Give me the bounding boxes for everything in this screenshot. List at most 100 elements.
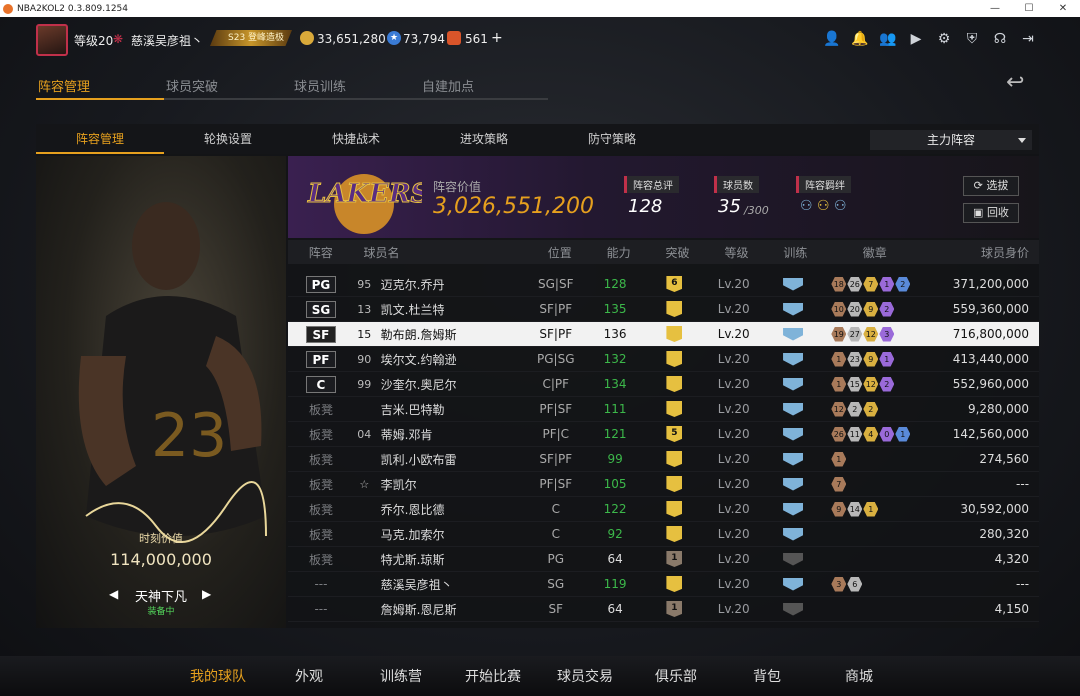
tab-training[interactable]: 球员训练 bbox=[292, 72, 420, 100]
table-row[interactable]: 板凳 特尤斯.琼斯 PG 64 1 Lv.20 4,320 bbox=[288, 547, 1039, 572]
player-level: Lv.20 bbox=[717, 327, 750, 341]
add-currency-button[interactable]: + bbox=[491, 30, 503, 46]
table-row[interactable]: 板凳 马克.加索尔 C 92 Lv.20 280,320 bbox=[288, 522, 1039, 547]
back-icon[interactable]: ↩ bbox=[1006, 70, 1038, 95]
badge-icon: 2 bbox=[879, 376, 895, 392]
next-card-icon[interactable]: ▶ bbox=[202, 587, 211, 601]
video-icon[interactable]: ▶ bbox=[906, 29, 926, 49]
table-row[interactable]: SF 15 勒布朗.詹姆斯 SF|PF 136 Lv.20 19 27 12 3 71… bbox=[288, 322, 1039, 347]
ticket-icon bbox=[447, 31, 461, 45]
maximize-button[interactable]: ☐ bbox=[1012, 0, 1046, 17]
player-ability: 136 bbox=[603, 327, 627, 341]
subtab-defense[interactable]: 防守策略 bbox=[548, 124, 676, 154]
lineup-select[interactable]: 主力阵容 bbox=[870, 130, 1032, 150]
col-ability: 能力 bbox=[606, 245, 631, 260]
nav-training-camp[interactable]: 训练营 bbox=[380, 666, 422, 686]
player-level: Lv.20 bbox=[717, 427, 750, 441]
badge-icon: 0 bbox=[879, 426, 895, 442]
team-value: 3,026,551,200 bbox=[433, 194, 594, 219]
badges-cell: 36 bbox=[821, 576, 925, 592]
nav-club[interactable]: 俱乐部 bbox=[655, 666, 697, 686]
player-ability: 134 bbox=[603, 377, 627, 391]
close-button[interactable]: ✕ bbox=[1046, 0, 1080, 17]
tab-lineup[interactable]: 阵容管理 bbox=[36, 72, 164, 100]
badge-icon: 3 bbox=[879, 326, 895, 342]
badge-icon: 20 bbox=[847, 301, 863, 317]
subtab-quick-tactics[interactable]: 快捷战术 bbox=[292, 124, 420, 154]
table-row[interactable]: 板凳 凯利.小欧布雷 SF|PF 99 Lv.20 1 274,560 bbox=[288, 447, 1039, 472]
username: 慈溪吴彦祖丶 bbox=[131, 34, 204, 48]
team-icon: ❋ bbox=[113, 32, 124, 46]
badge-icon: 9 bbox=[831, 501, 847, 517]
avatar[interactable] bbox=[36, 24, 68, 56]
table-row[interactable]: --- 慈溪吴彦祖丶 SG 119 Lv.20 36 --- bbox=[288, 572, 1039, 597]
profile-icon[interactable]: 👤 bbox=[822, 29, 842, 49]
shield-icon[interactable]: ⛨ bbox=[962, 29, 982, 49]
table-row[interactable]: --- 詹姆斯.恩尼斯 SF 64 1 Lv.20 4,150 bbox=[288, 597, 1039, 622]
player-value: 716,800,000 bbox=[952, 327, 1030, 341]
slot-cell: PF bbox=[288, 350, 354, 368]
player-value: 142,560,000 bbox=[952, 427, 1030, 441]
nav-start-game[interactable]: 开始比赛 bbox=[465, 666, 521, 686]
subtab-lineup[interactable]: 阵容管理 bbox=[36, 124, 164, 154]
bench-label: --- bbox=[314, 602, 328, 616]
badge-icon: 7 bbox=[863, 276, 879, 292]
tab-breakthrough[interactable]: 球员突破 bbox=[164, 72, 292, 100]
stars-value: 73,794 bbox=[403, 32, 445, 46]
window-title: NBA2KOL2 0.3.809.1254 bbox=[17, 3, 129, 14]
col-level: 等级 bbox=[724, 245, 749, 260]
select-button[interactable]: ⟳ 选拔 bbox=[963, 176, 1019, 196]
break-icon bbox=[666, 401, 683, 417]
gear-icon[interactable]: ⚙ bbox=[934, 29, 954, 49]
break-icon: 1 bbox=[666, 551, 683, 567]
team-value-label: 阵容价值 bbox=[433, 180, 482, 194]
break-icon bbox=[666, 376, 683, 392]
subtab-rotation[interactable]: 轮换设置 bbox=[164, 124, 292, 154]
player-level: Lv.20 bbox=[717, 352, 750, 366]
badges-cell: 18 26 7 1 2 bbox=[821, 276, 925, 292]
player-value: --- bbox=[1016, 477, 1030, 491]
player-value: 280,320 bbox=[979, 527, 1030, 541]
table-row[interactable]: PF 90 埃尔文.约翰逊 PG|SG 132 Lv.20 1 23 9 1 413,… bbox=[288, 347, 1039, 372]
app-icon bbox=[3, 3, 13, 14]
friends-icon[interactable]: 👥 bbox=[878, 29, 898, 49]
recycle-button[interactable]: ▣ 回收 bbox=[963, 203, 1019, 223]
tab-custom-points[interactable]: 自建加点 bbox=[420, 72, 548, 100]
badge-icon: 14 bbox=[847, 501, 863, 517]
table-row[interactable]: C 99 沙奎尔.奥尼尔 C|PF 134 Lv.20 1 15 12 2 552,9… bbox=[288, 372, 1039, 397]
nav-store[interactable]: 商城 bbox=[845, 666, 873, 686]
nav-appearance[interactable]: 外观 bbox=[295, 666, 323, 686]
training-icon bbox=[783, 277, 804, 291]
bell-icon[interactable]: 🔔 bbox=[850, 29, 870, 49]
table-row[interactable]: 板凳 吉米.巴特勒 PF|SF 111 Lv.20 12 2 2 9,280,000 bbox=[288, 397, 1039, 422]
nav-trade[interactable]: 球员交易 bbox=[557, 666, 613, 686]
table-row[interactable]: 板凳 乔尔.恩比德 C 122 Lv.20 9 14 1 30,592,000 bbox=[288, 497, 1039, 522]
table-row[interactable]: SG 13 凯文.杜兰特 SF|PF 135 Lv.20 10 20 9 2 559,… bbox=[288, 297, 1039, 322]
player-position: SF|PF bbox=[539, 327, 573, 341]
slot-cell: 板凳 bbox=[288, 476, 354, 493]
break-icon: 6 bbox=[666, 276, 683, 292]
player-position: SF bbox=[548, 602, 564, 616]
player-ability: 111 bbox=[603, 402, 627, 416]
player-name: 马克.加索尔 bbox=[380, 527, 445, 542]
bond-icons[interactable]: ⚇ ⚇ ⚇ bbox=[800, 198, 847, 214]
badge-icon: 12 bbox=[831, 401, 847, 417]
subtab-offense[interactable]: 进攻策略 bbox=[420, 124, 548, 154]
equip-status: 装备中 bbox=[147, 607, 175, 617]
badges-cell: 26 11 4 0 1 bbox=[821, 426, 925, 442]
minimize-button[interactable]: — bbox=[978, 0, 1012, 17]
nav-bag[interactable]: 背包 bbox=[753, 666, 781, 686]
exit-icon[interactable]: ⇥ bbox=[1018, 29, 1038, 49]
table-row[interactable]: 板凳 04 蒂姆.邓肯 PF|C 121 5 Lv.20 26 11 4 0 1 142… bbox=[288, 422, 1039, 447]
player-ability: 135 bbox=[603, 302, 627, 316]
break-icon bbox=[666, 326, 683, 342]
bond-label: 阵容羁绊 bbox=[796, 176, 851, 193]
break-icon bbox=[666, 301, 683, 317]
table-row[interactable]: PG 95 迈克尔.乔丹 SG|SF 128 6 Lv.20 18 26 7 1 2 3… bbox=[288, 272, 1039, 297]
col-train: 训练 bbox=[783, 245, 808, 260]
table-row[interactable]: 板凳 ☆ 李凯尔 PF|SF 105 Lv.20 7 --- bbox=[288, 472, 1039, 497]
nav-my-team[interactable]: 我的球队 bbox=[190, 666, 246, 686]
headset-icon[interactable]: ☊ bbox=[990, 29, 1010, 49]
break-icon bbox=[666, 501, 683, 517]
slot-cell: 板凳 bbox=[288, 426, 354, 443]
